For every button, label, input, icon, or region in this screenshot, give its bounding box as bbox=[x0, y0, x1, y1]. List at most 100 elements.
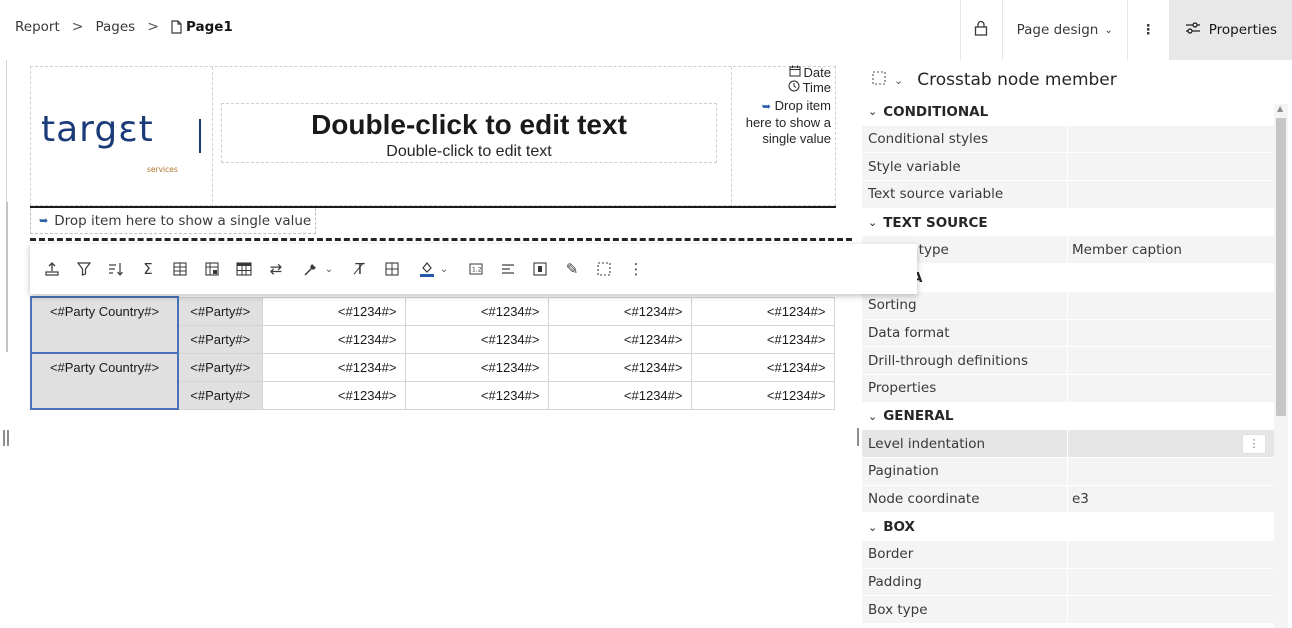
gutter-scrollbar[interactable] bbox=[6, 202, 8, 352]
breadcrumb-pages[interactable]: Pages bbox=[96, 19, 136, 35]
crosstab-button[interactable] bbox=[196, 244, 228, 294]
crosstab-value-cell[interactable]: <#1234#> bbox=[547, 296, 692, 326]
crosstab-value-cell[interactable]: <#1234#> bbox=[261, 380, 406, 410]
property-value[interactable]: e3 bbox=[1068, 485, 1274, 513]
crosstab-party-cell[interactable]: <#Party#> bbox=[177, 352, 263, 382]
property-value[interactable] bbox=[1068, 125, 1274, 153]
report-canvas[interactable]: targεt services Double-click to edit tex… bbox=[0, 60, 917, 628]
toolbar-more-button[interactable]: ⋮ bbox=[620, 244, 652, 294]
border-button[interactable] bbox=[376, 244, 408, 294]
crosstab-value-cell[interactable]: <#1234#> bbox=[690, 296, 835, 326]
select-ancestor-button[interactable] bbox=[588, 244, 620, 294]
crosstab-party-cell[interactable]: <#Party#> bbox=[177, 296, 263, 326]
header-right-cell[interactable]: Date Time ➥ Drop item here to show a sin… bbox=[731, 65, 837, 207]
left-resize-handle[interactable] bbox=[3, 430, 9, 446]
panel-resize-handle[interactable] bbox=[857, 428, 861, 446]
crosstab-value-cell[interactable]: <#1234#> bbox=[690, 324, 835, 354]
panel-scrollbar[interactable]: ▲ bbox=[1274, 104, 1288, 628]
table-button[interactable] bbox=[228, 244, 260, 294]
property-value[interactable] bbox=[1068, 153, 1274, 181]
property-value[interactable] bbox=[1068, 347, 1274, 374]
property-value[interactable] bbox=[1068, 457, 1274, 485]
crosstab-country-cell[interactable]: <#Party Country#> bbox=[30, 352, 179, 410]
logo-cell[interactable]: targεt services bbox=[31, 67, 213, 207]
crosstab-value-cell[interactable]: <#1234#> bbox=[404, 296, 549, 326]
section-header-text-source[interactable]: ⌄ TEXT SOURCE bbox=[862, 208, 1274, 237]
drop-bar[interactable]: ➥ Drop item here to show a single value bbox=[30, 206, 836, 234]
fill-color-button[interactable]: ⌄ bbox=[408, 244, 460, 294]
crosstab-value-cell[interactable]: <#1234#> bbox=[690, 352, 835, 382]
time-item[interactable]: Time bbox=[788, 80, 831, 95]
crosstab-party-cell[interactable]: <#Party#> bbox=[177, 324, 263, 354]
property-value[interactable] bbox=[1068, 181, 1274, 208]
page-header-block[interactable]: targεt services Double-click to edit tex… bbox=[30, 65, 837, 207]
property-row[interactable]: Drill-through definitions bbox=[862, 347, 1274, 375]
report-title[interactable]: Double-click to edit text bbox=[222, 109, 716, 141]
crosstab-value-cell[interactable]: <#1234#> bbox=[547, 352, 692, 382]
insert-button[interactable] bbox=[36, 244, 68, 294]
property-value[interactable] bbox=[1068, 541, 1274, 568]
property-value[interactable]: Member caption bbox=[1068, 236, 1274, 264]
property-value[interactable] bbox=[1068, 596, 1274, 624]
crosstab-value-cell[interactable]: <#1234#> bbox=[547, 324, 692, 354]
scrollbar-thumb[interactable] bbox=[1276, 118, 1286, 416]
property-row[interactable]: Conditional styles bbox=[862, 125, 1274, 154]
breadcrumb-report[interactable]: Report bbox=[15, 19, 60, 35]
data-format-button[interactable]: 1.2 bbox=[460, 244, 492, 294]
color-picker-button[interactable]: ⌄ bbox=[292, 244, 344, 294]
property-value[interactable]: ⋮ bbox=[1068, 430, 1274, 457]
property-row[interactable]: Source typeMember caption bbox=[862, 236, 1274, 265]
drop-bar-zone[interactable]: ➥ Drop item here to show a single value bbox=[30, 208, 317, 234]
clear-format-button[interactable]: ✎ bbox=[556, 244, 588, 294]
property-row[interactable]: Node coordinate e3 bbox=[862, 485, 1274, 514]
properties-button[interactable]: Properties bbox=[1168, 0, 1292, 60]
crosstab-value-cell[interactable]: <#1234#> bbox=[261, 352, 406, 382]
page-design-dropdown[interactable]: Page design ⌄ bbox=[1001, 0, 1127, 60]
title-text-block[interactable]: Double-click to edit text Double-click t… bbox=[221, 103, 717, 163]
swap-rows-columns-button[interactable]: ⇄ bbox=[260, 244, 292, 294]
property-row[interactable]: Padding bbox=[862, 568, 1274, 597]
section-header-conditional[interactable]: ⌄ CONDITIONAL bbox=[862, 98, 1274, 126]
property-value[interactable] bbox=[1068, 291, 1274, 319]
property-row[interactable]: Level indentation ⋮ bbox=[862, 430, 1274, 458]
property-value[interactable] bbox=[1068, 568, 1274, 596]
lock-button[interactable] bbox=[959, 0, 1002, 60]
crosstab-value-cell[interactable]: <#1234#> bbox=[404, 324, 549, 354]
property-row[interactable]: Style variable bbox=[862, 153, 1274, 182]
property-row[interactable]: Border bbox=[862, 541, 1274, 569]
section-header-box[interactable]: ⌄ BOX bbox=[862, 513, 1274, 541]
report-subtitle[interactable]: Double-click to edit text bbox=[222, 143, 716, 161]
property-row[interactable]: Sorting bbox=[862, 291, 1274, 320]
property-row[interactable]: Text source variable bbox=[862, 181, 1274, 209]
summarize-button[interactable]: Σ bbox=[132, 244, 164, 294]
property-row[interactable]: Data format bbox=[862, 319, 1274, 348]
date-item[interactable]: Date bbox=[789, 65, 831, 80]
sort-button[interactable] bbox=[100, 244, 132, 294]
crosstab-country-cell[interactable]: <#Party Country#> bbox=[30, 296, 179, 354]
align-button[interactable] bbox=[492, 244, 524, 294]
crosstab-value-cell[interactable]: <#1234#> bbox=[547, 380, 692, 410]
lock-icon bbox=[974, 20, 988, 40]
list-button[interactable] bbox=[524, 244, 556, 294]
property-row[interactable]: Box type bbox=[862, 596, 1274, 625]
insert-table-button[interactable] bbox=[164, 244, 196, 294]
section-header-data[interactable]: ⌄DATA bbox=[862, 264, 1274, 292]
property-value[interactable] bbox=[1068, 374, 1274, 402]
property-row[interactable]: Properties bbox=[862, 374, 1274, 403]
section-header-general[interactable]: ⌄ GENERAL bbox=[862, 402, 1274, 431]
panel-header[interactable]: ⌄ Crosstab node member bbox=[872, 66, 1117, 94]
crosstab-value-cell[interactable]: <#1234#> bbox=[404, 352, 549, 382]
crosstab-party-cell[interactable]: <#Party#> bbox=[177, 380, 263, 410]
scroll-up-icon[interactable]: ▲ bbox=[1277, 104, 1283, 113]
crosstab-value-cell[interactable]: <#1234#> bbox=[261, 324, 406, 354]
filter-button[interactable] bbox=[68, 244, 100, 294]
crosstab-value-cell[interactable]: <#1234#> bbox=[690, 380, 835, 410]
drop-zone-single-value[interactable]: ➥ Drop item here to show a single value bbox=[745, 98, 831, 147]
crosstab-value-cell[interactable]: <#1234#> bbox=[404, 380, 549, 410]
crosstab-value-cell[interactable]: <#1234#> bbox=[261, 296, 406, 326]
property-row[interactable]: Pagination bbox=[862, 457, 1274, 486]
text-style-button[interactable]: T̸ bbox=[344, 244, 376, 294]
property-value[interactable] bbox=[1068, 319, 1274, 347]
more-options-button[interactable]: ⋮ bbox=[1126, 0, 1169, 60]
more-icon[interactable]: ⋮ bbox=[1242, 433, 1266, 454]
